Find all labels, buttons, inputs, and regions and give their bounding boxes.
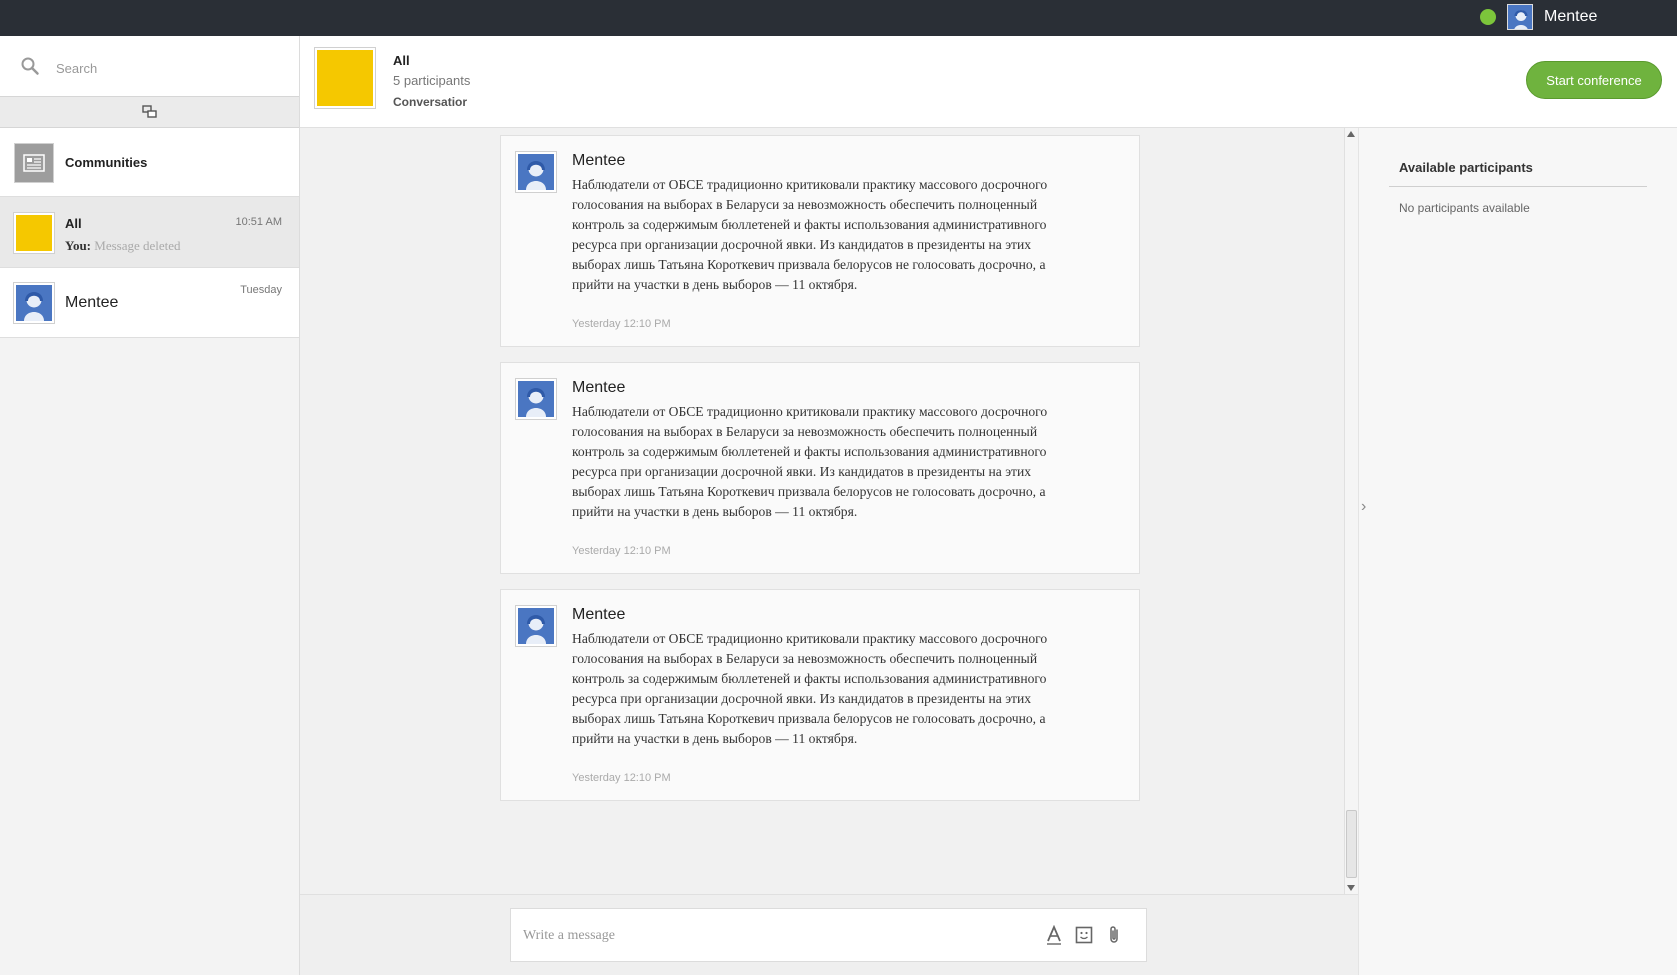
message-scrollbar[interactable] (1344, 128, 1358, 894)
conversation-preview: You: Message deleted (65, 238, 181, 254)
online-status-indicator (1480, 9, 1496, 25)
start-conference-button[interactable]: Start conference (1526, 61, 1662, 99)
user-avatar (14, 283, 54, 323)
text-format-icon[interactable] (1043, 924, 1065, 946)
scroll-down-arrow-icon[interactable] (1347, 885, 1355, 891)
author-avatar[interactable] (516, 152, 556, 192)
message-timestamp: Yesterday 12:10 PM (572, 772, 671, 784)
user-avatar[interactable] (1507, 4, 1533, 30)
conversation-title: All (65, 216, 82, 231)
message-timestamp: Yesterday 12:10 PM (572, 318, 671, 330)
conversations-toggle-button[interactable] (0, 96, 299, 128)
conversation-time: 10:51 AM (235, 216, 282, 228)
message-card: Mentee Наблюдатели от ОБСЕ традиционно к… (500, 362, 1140, 574)
user-name[interactable]: Mentee (1544, 8, 1597, 26)
sidebar: Communities All 10:51 AM You: Message de… (0, 36, 300, 975)
search-icon (21, 57, 39, 75)
scrollbar-thumb[interactable] (1346, 810, 1357, 878)
conversation-item-all[interactable]: All 10:51 AM You: Message deleted (0, 197, 299, 268)
emoji-icon[interactable] (1073, 924, 1095, 946)
chat-bubbles-icon (141, 105, 157, 118)
conversation-type: Conversatior (393, 95, 468, 109)
conversation-time: Tuesday (240, 284, 282, 296)
search-bar (0, 36, 299, 96)
communities-icon (14, 143, 54, 183)
top-bar: Mentee (0, 0, 1677, 36)
conversation-thumbnail (14, 213, 54, 253)
author-avatar[interactable] (516, 379, 556, 419)
message-author[interactable]: Mentee (572, 379, 625, 397)
preview-text: Message deleted (94, 238, 181, 253)
author-avatar[interactable] (516, 606, 556, 646)
chat-header: All 5 participants Conversatior Start co… (300, 36, 1677, 128)
conversation-item-mentee[interactable]: Mentee Tuesday (0, 268, 299, 338)
scroll-up-arrow-icon[interactable] (1347, 131, 1355, 137)
message-timestamp: Yesterday 12:10 PM (572, 545, 671, 557)
panel-title: Available participants (1399, 160, 1533, 175)
message-text: Наблюдатели от ОБСЕ традиционно критиков… (572, 631, 1048, 746)
participants-panel: › Available participants No participants… (1358, 128, 1677, 975)
preview-sender: You: (65, 238, 92, 253)
composer-box (510, 908, 1147, 962)
conversation-title: Communities (65, 155, 148, 170)
conversation-item-communities[interactable]: Communities (0, 128, 299, 197)
message-text: Наблюдатели от ОБСЕ традиционно критиков… (572, 404, 1048, 519)
message-composer (300, 894, 1358, 975)
message-card: Mentee Наблюдатели от ОБСЕ традиционно к… (500, 589, 1140, 801)
message-author[interactable]: Mentee (572, 606, 625, 624)
message-list: Mentee Наблюдатели от ОБСЕ традиционно к… (300, 128, 1344, 894)
conversation-thumbnail (315, 48, 375, 108)
search-input[interactable] (56, 56, 276, 80)
attach-icon[interactable] (1103, 924, 1125, 946)
panel-divider (1389, 186, 1647, 187)
message-author[interactable]: Mentee (572, 152, 625, 170)
message-card: Mentee Наблюдатели от ОБСЕ традиционно к… (500, 135, 1140, 347)
message-input[interactable] (523, 924, 1003, 948)
message-text: Наблюдатели от ОБСЕ традиционно критиков… (572, 177, 1048, 292)
chevron-right-icon[interactable]: › (1361, 498, 1366, 516)
participants-count[interactable]: 5 participants (393, 73, 470, 88)
empty-state-text: No participants available (1399, 201, 1530, 215)
conversation-title: All (393, 53, 410, 68)
conversation-title: Mentee (65, 294, 119, 311)
